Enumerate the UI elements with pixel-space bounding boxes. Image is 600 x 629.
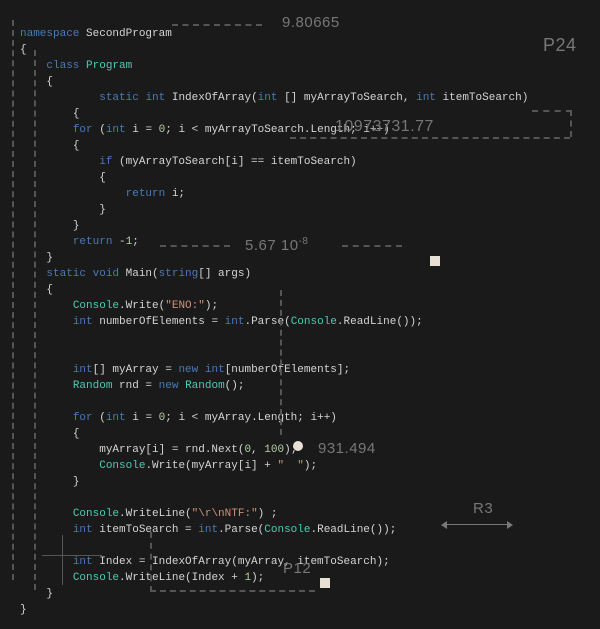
code-editor[interactable]: namespace SecondProgram { class Program …	[20, 15, 528, 629]
annotation-value: 931.494	[318, 440, 376, 457]
dash-decor	[532, 110, 572, 112]
indent-guide	[12, 20, 14, 580]
marker-circle	[293, 441, 303, 451]
dash-decor	[150, 590, 315, 592]
annotation-value: 10973731.77	[335, 118, 434, 136]
bracket-decor	[42, 555, 102, 556]
annotation-value: 9.80665	[282, 14, 340, 31]
bracket-decor	[62, 535, 63, 585]
dash-decor	[290, 137, 570, 139]
dash-decor	[570, 110, 572, 137]
annotation-label: P24	[543, 35, 577, 56]
code-content: namespace SecondProgram { class Program …	[20, 26, 528, 618]
dimension-arrow	[447, 524, 507, 525]
dash-decor	[172, 24, 262, 26]
annotation-value: 5.67 10-8	[245, 236, 308, 254]
annotation-label: P12	[283, 560, 311, 577]
dash-decor	[160, 245, 230, 247]
indent-guide	[34, 50, 36, 590]
marker-square	[320, 578, 330, 588]
annotation-label: R3	[473, 500, 493, 517]
dash-decor	[280, 290, 282, 435]
dash-decor	[342, 245, 402, 247]
dash-decor	[150, 532, 152, 592]
marker-square	[430, 256, 440, 266]
